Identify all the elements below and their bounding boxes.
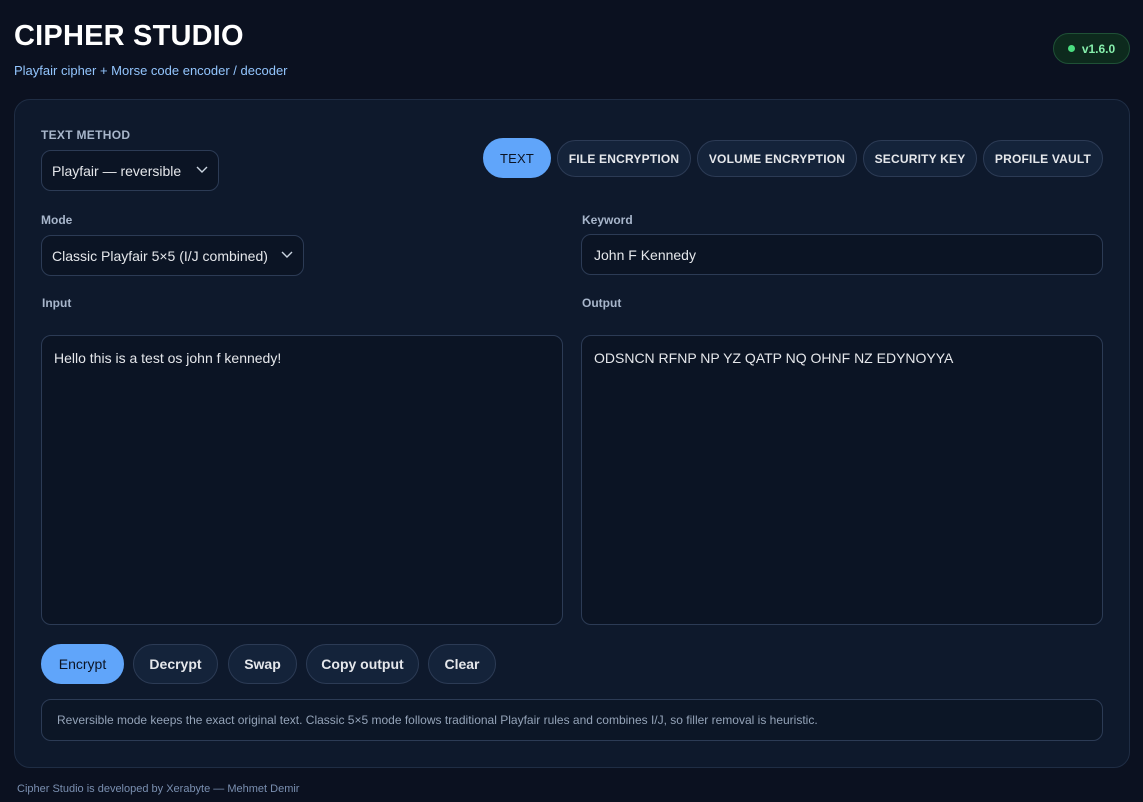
mode-select[interactable]: Classic Playfair 5×5 (I/J combined) (41, 235, 304, 276)
input-label: Input (42, 296, 72, 310)
swap-button[interactable]: Swap (228, 644, 297, 684)
keyword-input[interactable]: John F Kennedy (581, 234, 1103, 275)
mode-label: Mode (41, 213, 73, 227)
decrypt-button[interactable]: Decrypt (133, 644, 218, 684)
mode-value: Classic Playfair 5×5 (I/J combined) (52, 247, 268, 264)
info-note: Reversible mode keeps the exact original… (41, 699, 1103, 741)
app-subtitle: Playfair cipher + Morse code encoder / d… (14, 63, 288, 78)
input-textarea[interactable]: Hello this is a test os john f kennedy! (41, 335, 563, 625)
tab-file-encryption[interactable]: FILE ENCRYPTION (557, 140, 691, 177)
version-label: v1.6.0 (1081, 41, 1116, 56)
tab-text[interactable]: TEXT (483, 138, 551, 178)
text-method-select[interactable]: Playfair — reversible (41, 150, 219, 191)
version-badge: v1.6.0 (1053, 33, 1130, 64)
output-label: Output (582, 296, 622, 310)
footer-credit: Cipher Studio is developed by Xerabyte —… (17, 783, 300, 795)
clear-button[interactable]: Clear (428, 644, 496, 684)
copy-output-button[interactable]: Copy output (306, 644, 419, 684)
encrypt-button[interactable]: Encrypt (41, 644, 124, 684)
text-method-value: Playfair — reversible (52, 162, 182, 179)
chevron-down-icon (196, 166, 208, 173)
main-panel: TEXT METHOD Playfair — reversible TEXT F… (14, 99, 1130, 768)
tab-security-key[interactable]: SECURITY KEY (863, 140, 977, 177)
app-title: CIPHER STUDIO (14, 20, 244, 52)
status-dot-icon (1067, 45, 1075, 52)
tab-profile-vault[interactable]: PROFILE VAULT (983, 140, 1103, 177)
text-method-label: TEXT METHOD (41, 128, 131, 142)
tab-volume-encryption[interactable]: VOLUME ENCRYPTION (697, 140, 857, 177)
keyword-label: Keyword (582, 213, 633, 227)
output-textarea[interactable]: ODSNCN RFNP NP YZ QATP NQ OHNF NZ EDYNOY… (581, 335, 1103, 625)
chevron-down-icon (281, 251, 293, 258)
